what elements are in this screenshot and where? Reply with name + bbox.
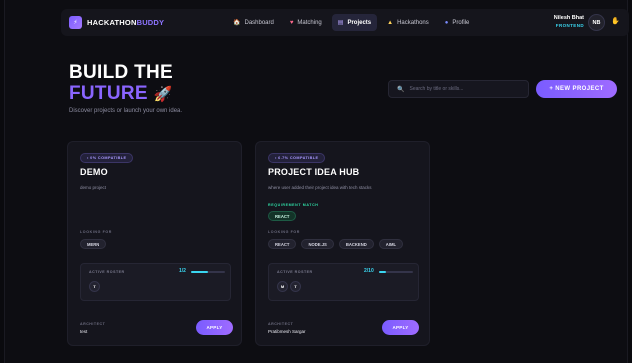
compatibility-badge: • 0% COMPATIBLE bbox=[80, 153, 134, 163]
skill-chip: BACKEND bbox=[338, 239, 374, 249]
roster-progress-fill bbox=[379, 271, 386, 273]
nav-link-label: Projects bbox=[347, 19, 372, 26]
creator-label: ARCHITECT bbox=[268, 322, 294, 326]
home-icon: 🏠 bbox=[233, 20, 241, 26]
member-avatar[interactable]: M bbox=[277, 281, 288, 292]
nav-link-projects[interactable]: ▤ Projects bbox=[331, 14, 378, 31]
logo[interactable]: ⚡ HACKATHONBUDDY bbox=[69, 16, 164, 29]
nav-link-profile[interactable]: ● Profile bbox=[439, 14, 476, 31]
matched-skill-chip: REACT bbox=[268, 211, 297, 221]
member-list: M T bbox=[277, 281, 303, 292]
hero-subtitle: Discover projects or launch your own ide… bbox=[69, 108, 183, 114]
hero-title: BUILD THE FUTURE 🚀 bbox=[69, 62, 173, 105]
requirement-match-label: REQUIREMENT MATCH bbox=[268, 203, 319, 207]
skill-chip: REACT bbox=[268, 239, 297, 249]
compatibility-badge: • 6.7% COMPATIBLE bbox=[268, 153, 326, 163]
creator-label: ARCHITECT bbox=[80, 322, 106, 326]
nav-link-label: Profile bbox=[452, 19, 470, 26]
search-box[interactable]: 🔍 bbox=[388, 80, 529, 98]
skill-chip: MERN bbox=[80, 239, 107, 249]
nav-links: 🏠 Dashboard ♥ Matching ▤ Projects ▲ Hack… bbox=[227, 9, 479, 36]
lightning-icon: ⚡ bbox=[69, 16, 82, 29]
creator-name: Pratibmesh Sargar bbox=[268, 329, 306, 334]
roster-label: ACTIVE ROSTER bbox=[277, 270, 313, 274]
nav-link-hackathons[interactable]: ▲ Hackathons bbox=[381, 14, 435, 31]
skill-chip: NODE.JS bbox=[301, 239, 334, 249]
roster-progress bbox=[379, 271, 413, 273]
apply-button[interactable]: APPLY bbox=[196, 320, 233, 335]
user-name: Nilesh Bhat bbox=[553, 15, 584, 21]
roster-progress-fill bbox=[191, 271, 208, 273]
rocket-icon: 🚀 bbox=[153, 86, 173, 103]
project-description: where user added their project idea with… bbox=[268, 185, 372, 190]
project-title: DEMO bbox=[80, 167, 108, 177]
user-info: Nilesh Bhat FRONTEND bbox=[554, 14, 584, 30]
nav-link-label: Matching bbox=[297, 19, 322, 26]
roster-progress bbox=[191, 271, 225, 273]
hero-line-2: FUTURE 🚀 bbox=[69, 83, 173, 104]
navbar: ⚡ HACKATHONBUDDY 🏠 Dashboard ♥ Matching … bbox=[61, 9, 629, 36]
project-card-demo: • 0% COMPATIBLE DEMO demo project LOOKIN… bbox=[67, 141, 242, 346]
member-list: T bbox=[89, 281, 102, 292]
active-roster: ACTIVE ROSTER 1/2 T bbox=[80, 263, 231, 301]
skill-chip: AIML bbox=[378, 239, 403, 249]
looking-for-chips: MERN bbox=[80, 239, 111, 249]
looking-for-chips: REACT NODE.JS BACKEND AIML bbox=[268, 239, 408, 249]
projects-icon: ▤ bbox=[337, 20, 344, 26]
avatar[interactable]: NB bbox=[588, 14, 605, 31]
matched-chips: REACT bbox=[268, 211, 301, 221]
user-role: FRONTEND bbox=[555, 23, 584, 28]
hero-line-1: BUILD THE bbox=[69, 62, 174, 83]
project-title: PROJECT IDEA HUB bbox=[268, 167, 360, 177]
project-description: demo project bbox=[80, 185, 107, 190]
nav-link-dashboard[interactable]: 🏠 Dashboard bbox=[227, 14, 280, 31]
roster-count: 2/10 bbox=[364, 268, 374, 274]
nav-link-label: Dashboard bbox=[244, 19, 274, 26]
member-avatar[interactable]: T bbox=[89, 281, 100, 292]
member-avatar[interactable]: T bbox=[290, 281, 301, 292]
search-input[interactable] bbox=[409, 86, 520, 92]
roster-count: 1/2 bbox=[179, 268, 186, 274]
app-frame: ⚡ HACKATHONBUDDY 🏠 Dashboard ♥ Matching … bbox=[4, 0, 629, 363]
apply-button[interactable]: APPLY bbox=[382, 320, 419, 335]
heart-icon: ♥ bbox=[289, 19, 294, 26]
looking-for-label: LOOKING FOR bbox=[268, 230, 300, 234]
active-roster: ACTIVE ROSTER 2/10 M T bbox=[268, 263, 419, 301]
project-card-idea-hub: • 6.7% COMPATIBLE PROJECT IDEA HUB where… bbox=[255, 141, 430, 346]
nav-link-label: Hackathons bbox=[397, 19, 429, 26]
nav-link-matching[interactable]: ♥ Matching bbox=[284, 14, 328, 31]
logo-text: HACKATHONBUDDY bbox=[87, 18, 165, 27]
search-icon: 🔍 bbox=[397, 86, 405, 93]
looking-for-label: LOOKING FOR bbox=[80, 230, 112, 234]
new-project-button[interactable]: + NEW PROJECT bbox=[536, 80, 617, 98]
roster-label: ACTIVE ROSTER bbox=[89, 270, 125, 274]
trophy-icon: ▲ bbox=[387, 19, 394, 26]
creator-name: test bbox=[80, 329, 88, 334]
wave-icon[interactable]: ✋ bbox=[611, 17, 620, 25]
user-icon: ● bbox=[444, 19, 449, 26]
